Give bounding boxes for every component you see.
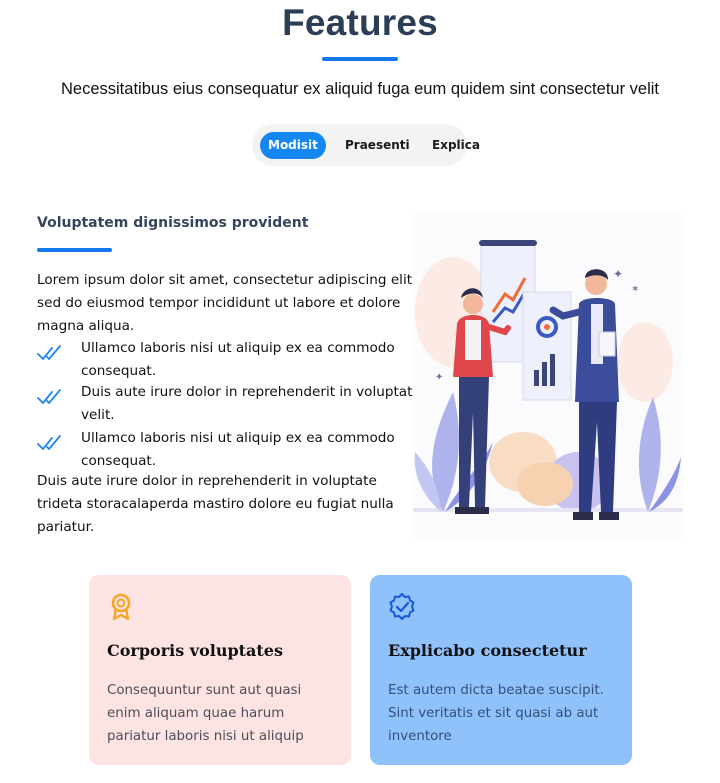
checklist-item-text: Ullamco laboris nisi ut aliquip ex ea co… xyxy=(81,340,395,379)
svg-text:✦: ✦ xyxy=(613,267,623,281)
tab-bar: Modisit Praesenti Explica xyxy=(252,124,480,166)
panel-outro-text: Duis aute irure dolor in reprehenderit i… xyxy=(37,473,394,535)
double-check-icon xyxy=(37,435,61,450)
card-title: Explicabo consectetur xyxy=(388,641,587,660)
tab-explica[interactable]: Explica xyxy=(424,132,488,159)
double-check-icon xyxy=(37,389,61,404)
section-subtitle: Necessitatibus eius consequatur ex aliqu… xyxy=(61,80,659,98)
verified-badge-icon xyxy=(389,593,415,620)
feature-card: Corporis voluptates Consequuntur sunt au… xyxy=(89,575,351,765)
business-presentation-illustration: ✦ ✶ ✦ xyxy=(413,212,683,538)
double-check-icon xyxy=(37,345,61,360)
award-icon xyxy=(111,593,131,621)
card-text: Est autem dicta beatae suscipit. Sint ve… xyxy=(388,683,604,744)
panel-intro-text: Lorem ipsum dolor sit amet, consectetur … xyxy=(37,272,417,334)
panel-title-underline xyxy=(37,248,112,252)
card-title: Corporis voluptates xyxy=(107,641,283,660)
checklist-item-text: Ullamco laboris nisi ut aliquip ex ea co… xyxy=(81,430,395,469)
title-underline xyxy=(322,57,398,61)
section-title: Features xyxy=(282,2,438,43)
card-text: Consequuntur sunt aut quasi enim aliquam… xyxy=(107,683,304,744)
tab-praesenti[interactable]: Praesenti xyxy=(337,132,418,159)
panel-title: Voluptatem dignissimos provident xyxy=(37,215,309,231)
feature-card: Explicabo consectetur Est autem dicta be… xyxy=(370,575,632,765)
tab-modisit[interactable]: Modisit xyxy=(260,132,326,159)
svg-text:✦: ✦ xyxy=(435,372,443,383)
svg-text:✶: ✶ xyxy=(631,284,639,295)
checklist-item-text: Duis aute irure dolor in reprehenderit i… xyxy=(81,384,421,423)
